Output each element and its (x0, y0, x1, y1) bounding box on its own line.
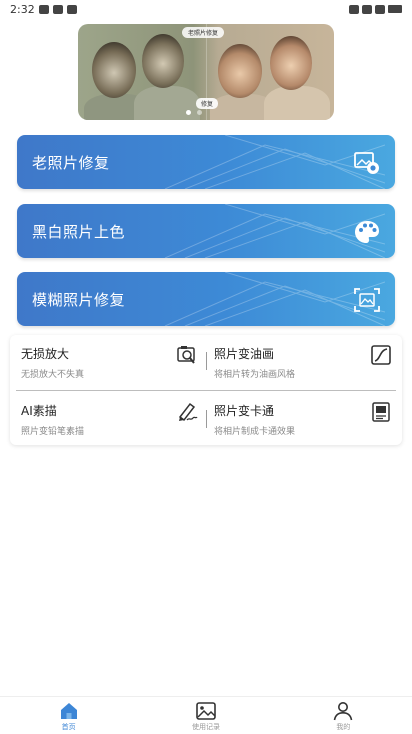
row-divider (16, 390, 396, 391)
tools-panel: 无损放大 无损放大不失真 照片变油画 将相片转为油画风格 AI素描 照片变铅笔素… (10, 335, 402, 445)
notification-icon (38, 4, 49, 14)
tool-title: 照片变油画 (214, 347, 275, 361)
user-icon (334, 702, 353, 721)
banner-after-label: 修复 (196, 98, 219, 109)
card-label: 黑白照片上色 (32, 222, 126, 241)
card-old-photo-restore[interactable]: 老照片修复 (17, 135, 395, 189)
nav-label: 使用记录 (191, 723, 220, 731)
tool-subtitle: 无损放大不失真 (21, 370, 85, 380)
pencil-sketch-icon (178, 402, 198, 422)
palette-icon (355, 221, 379, 243)
promo-banner[interactable]: 老照片修复 修复 (78, 24, 334, 120)
tool-title: 无损放大 (21, 347, 70, 361)
photo-face (270, 36, 312, 90)
bottom-nav: 首页 使用记录 我的 (0, 696, 412, 734)
photo-figure (264, 86, 330, 120)
tool-oil-painting[interactable]: 照片变油画 将相片转为油画风格 (206, 335, 402, 389)
tool-subtitle: 将相片转为油画风格 (214, 370, 296, 380)
carousel-dot[interactable] (197, 110, 202, 115)
card-decoration (164, 204, 385, 258)
nav-item-history[interactable]: 使用记录 (137, 697, 274, 734)
image-history-icon (196, 702, 216, 720)
image-restore-icon (354, 152, 379, 174)
card-decoration (164, 135, 385, 189)
nav-item-home[interactable]: 首页 (0, 697, 137, 734)
app-notification-icon (52, 4, 63, 14)
focus-image-icon (354, 288, 380, 312)
card-label: 模糊照片修复 (32, 290, 126, 309)
photo-face (92, 42, 136, 98)
card-blur-photo-restore[interactable]: 模糊照片修复 (17, 272, 395, 326)
card-decoration (164, 272, 385, 326)
tool-title: 照片变卡通 (214, 404, 275, 418)
photo-face (218, 44, 262, 98)
card-bw-colorize[interactable]: 黑白照片上色 (17, 204, 395, 258)
tool-subtitle: 将相片制成卡通效果 (214, 427, 296, 437)
app-notification-icon-2 (66, 4, 77, 14)
tool-ai-sketch[interactable]: AI素描 照片变铅笔素描 (10, 392, 206, 446)
vibrate-icon (349, 4, 359, 14)
tool-cartoon[interactable]: 照片变卡通 将相片制成卡通效果 (206, 392, 402, 446)
battery-icon (388, 5, 402, 13)
cartoon-image-icon (372, 402, 390, 422)
tool-lossless-upscale[interactable]: 无损放大 无损放大不失真 (10, 335, 206, 389)
carousel-indicator (186, 110, 202, 115)
tool-subtitle: 照片变铅笔素描 (21, 427, 85, 437)
signal-icon (375, 4, 385, 14)
tool-title: AI素描 (21, 404, 57, 418)
status-time: 2:32 (10, 2, 35, 16)
home-icon (60, 703, 77, 719)
nav-label: 首页 (61, 723, 76, 731)
nav-label: 我的 (336, 723, 351, 731)
oil-painting-icon (371, 345, 391, 365)
photo-face (142, 34, 184, 88)
carousel-dot-active[interactable] (186, 110, 191, 115)
banner-title-label: 老照片修复 (182, 27, 225, 38)
status-bar: 2:32 (0, 0, 412, 18)
card-label: 老照片修复 (32, 153, 110, 172)
nav-item-profile[interactable]: 我的 (275, 697, 412, 734)
magnify-image-icon (177, 346, 195, 364)
wifi-icon (362, 4, 372, 14)
